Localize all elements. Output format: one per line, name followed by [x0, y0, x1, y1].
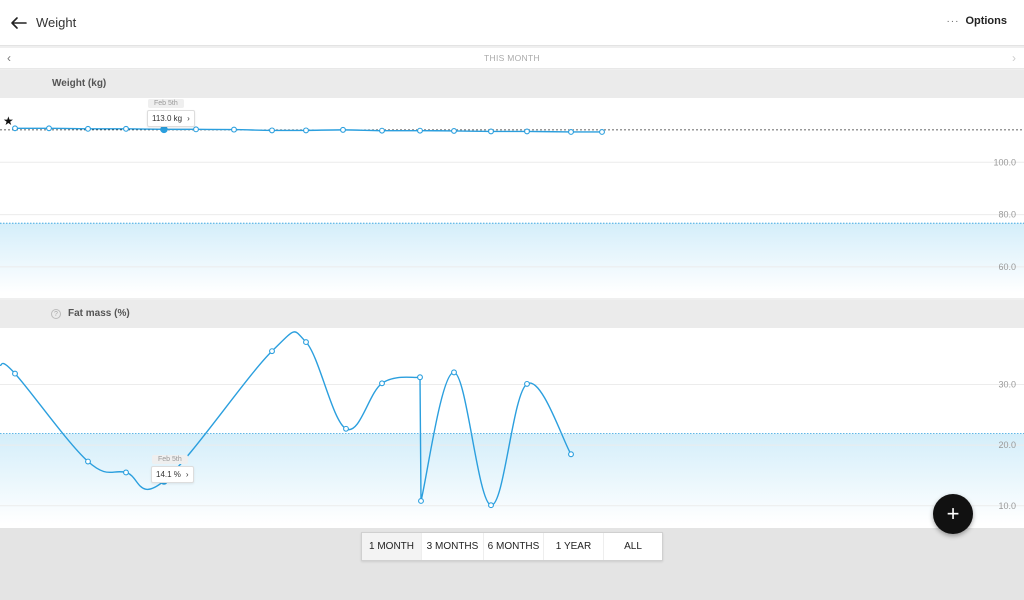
data-point [418, 498, 424, 504]
data-point [123, 125, 129, 132]
data-point [340, 126, 346, 133]
weight-section-header: Weight (kg) [0, 70, 1024, 98]
data-point [451, 127, 457, 134]
data-point [269, 348, 275, 355]
data-point [488, 502, 494, 509]
data-point [85, 125, 91, 132]
weight-chart[interactable]: 100.0 80.0 60.0 ★ Feb 5th 113.0 kg › [0, 98, 1024, 298]
star-icon: ★ [3, 114, 14, 128]
range-1-month-button[interactable]: 1 MONTH [362, 533, 422, 560]
data-point [85, 458, 91, 465]
chevron-right-icon: › [185, 470, 189, 479]
range-label: ALL [624, 541, 642, 552]
y-tick-label: 10.0 [998, 501, 1016, 511]
fat-chart-svg: 30.0 20.0 10.0 [0, 331, 1024, 524]
data-point [379, 380, 385, 387]
data-point [46, 125, 52, 132]
data-point [417, 374, 423, 381]
range-label: 6 MONTHS [487, 541, 540, 552]
data-point [231, 126, 237, 133]
range-3-months-button[interactable]: 3 MONTHS [422, 533, 484, 560]
y-tick-label: 60.0 [998, 262, 1016, 272]
data-point [568, 451, 574, 458]
range-label: 1 YEAR [555, 541, 592, 552]
period-navigator: ‹ THIS MONTH › [0, 48, 1024, 69]
y-tick-label: 80.0 [998, 210, 1016, 220]
y-tick-label: 20.0 [998, 440, 1016, 450]
range-6-months-button[interactable]: 6 MONTHS [484, 533, 544, 560]
fat-section-header: ? Fat mass (%) [0, 300, 1024, 328]
data-point [451, 369, 457, 376]
weight-tooltip-value: 113.0 kg [152, 114, 183, 123]
fat-tooltip-date: Feb 5th [152, 455, 188, 464]
weight-chart-svg: 100.0 80.0 60.0 ★ [0, 114, 1024, 293]
data-point [599, 129, 605, 135]
data-point [524, 380, 530, 387]
options-button[interactable]: ··· Options [946, 15, 1007, 27]
data-point [417, 127, 423, 134]
data-point [303, 339, 309, 346]
back-arrow-icon[interactable] [8, 12, 30, 34]
data-point [488, 128, 494, 135]
add-measurement-button[interactable]: + [933, 494, 973, 534]
data-point [343, 425, 349, 432]
data-point [379, 127, 385, 134]
data-point [12, 370, 18, 377]
data-point [193, 126, 199, 133]
help-icon[interactable]: ? [51, 309, 61, 319]
fat-chart[interactable]: 30.0 20.0 10.0 Feb 5th 14.1 % › [0, 328, 1024, 528]
more-dots-icon: ··· [946, 15, 960, 27]
page-title: Weight [36, 15, 77, 30]
range-label: 3 MONTHS [426, 541, 479, 552]
period-label: THIS MONTH [484, 53, 540, 63]
plus-icon: + [946, 501, 960, 526]
data-point [568, 129, 574, 135]
chevron-right-icon: › [187, 114, 190, 123]
top-bar: Weight ··· Options [0, 0, 1024, 46]
fat-tooltip[interactable]: Feb 5th 14.1 % › [151, 455, 194, 483]
weight-tooltip[interactable]: Feb 5th 113.0 kg › [147, 99, 195, 127]
data-point [524, 128, 530, 135]
fat-tooltip-value: 14.1 % [156, 470, 181, 479]
range-all-button[interactable]: ALL [604, 533, 662, 560]
range-selector: 1 MONTH 3 MONTHS 6 MONTHS 1 YEAR ALL [361, 532, 663, 561]
weight-section-title: Weight (kg) [52, 78, 107, 89]
range-1-year-button[interactable]: 1 YEAR [544, 533, 604, 560]
next-period-chevron-icon[interactable]: › [1012, 51, 1016, 65]
data-point [123, 469, 129, 476]
goal-band [0, 223, 1024, 293]
data-point [303, 127, 309, 134]
fat-section-title: Fat mass (%) [68, 308, 130, 319]
weight-tooltip-date: Feb 5th [148, 99, 184, 108]
range-label: 1 MONTH [369, 541, 414, 552]
data-point [269, 127, 275, 134]
y-tick-label: 100.0 [993, 157, 1016, 167]
y-tick-label: 30.0 [998, 380, 1016, 390]
data-point [160, 125, 168, 134]
options-label: Options [965, 15, 1007, 27]
